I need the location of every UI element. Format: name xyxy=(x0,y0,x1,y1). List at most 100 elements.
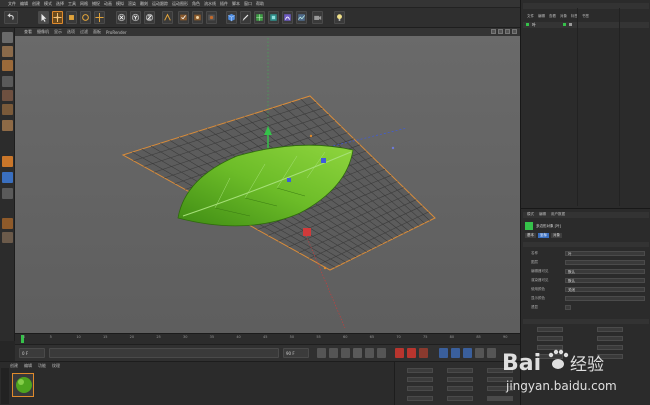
scale-key-icon[interactable] xyxy=(451,348,460,358)
menu-item[interactable]: 用户数据 xyxy=(551,212,565,218)
menu-item[interactable]: 模式 xyxy=(527,212,534,218)
rotation-key-icon[interactable] xyxy=(463,348,472,358)
cube-icon[interactable] xyxy=(226,11,237,24)
solo-icon[interactable] xyxy=(2,188,13,199)
orbit-icon[interactable] xyxy=(505,29,510,34)
viewport-menu-item[interactable]: 显示 xyxy=(54,29,62,35)
render-icon[interactable] xyxy=(192,11,203,24)
position-key-icon[interactable] xyxy=(439,348,448,358)
menu-item[interactable]: 文件 xyxy=(8,1,16,7)
menu-item[interactable]: 脚本 xyxy=(232,1,240,7)
menu-item[interactable]: 对象 xyxy=(560,14,567,19)
menu-item[interactable]: 运动图形 xyxy=(172,1,188,7)
tab-basic[interactable]: 基本 xyxy=(525,233,536,238)
step-back-icon[interactable] xyxy=(329,348,338,358)
texture-mode-icon[interactable] xyxy=(2,60,13,71)
play-backward-icon[interactable] xyxy=(341,348,350,358)
light-icon[interactable] xyxy=(334,11,345,24)
menu-item[interactable]: 网格 xyxy=(80,1,88,7)
render-view-icon[interactable] xyxy=(178,11,189,24)
menu-item[interactable]: 编辑 xyxy=(538,14,545,19)
snap-icon[interactable] xyxy=(2,156,13,167)
visibility-icon[interactable] xyxy=(563,23,566,26)
polygons-mode-icon[interactable] xyxy=(2,104,13,115)
points-mode-icon[interactable] xyxy=(2,76,13,87)
record-icon[interactable] xyxy=(395,348,404,358)
leaf-material-swatch[interactable] xyxy=(12,373,34,397)
material-menu-item[interactable]: 创建 xyxy=(10,363,18,369)
use-color-select[interactable]: 关闭 xyxy=(565,287,645,292)
material-menu-item[interactable]: 功能 xyxy=(38,363,46,369)
display-color-swatch[interactable] xyxy=(565,296,645,301)
z-axis-icon[interactable] xyxy=(144,11,155,24)
render-settings-icon[interactable] xyxy=(206,11,217,24)
material-menu-item[interactable]: 编辑 xyxy=(24,363,32,369)
scale-icon[interactable] xyxy=(66,11,77,24)
x-field[interactable] xyxy=(407,368,433,373)
viewport-menu-item[interactable]: 面板 xyxy=(93,29,101,35)
transform-icon[interactable] xyxy=(94,11,105,24)
go-to-start-icon[interactable] xyxy=(317,348,326,358)
model-mode-icon[interactable] xyxy=(2,46,13,57)
tab-object[interactable]: 对象 xyxy=(551,233,562,238)
camera-icon[interactable] xyxy=(312,11,323,24)
maximize-icon[interactable] xyxy=(512,29,517,34)
menu-item[interactable]: 模拟 xyxy=(116,1,124,7)
menu-item[interactable]: 编辑 xyxy=(20,1,28,7)
menu-item[interactable]: 运动跟踪 xyxy=(152,1,168,7)
menu-item[interactable]: 角色 xyxy=(192,1,200,7)
y-field[interactable] xyxy=(447,368,473,373)
menu-item[interactable]: 动画 xyxy=(104,1,112,7)
pan-icon[interactable] xyxy=(491,29,496,34)
menu-item[interactable]: 捕捉 xyxy=(92,1,100,7)
world-coordinate-icon[interactable] xyxy=(162,11,173,24)
tab-coord[interactable]: 坐标 xyxy=(538,233,549,238)
z-handle-icon[interactable] xyxy=(321,158,326,163)
menu-item[interactable]: 模式 xyxy=(44,1,52,7)
brush-icon[interactable] xyxy=(2,232,13,243)
workplane-icon[interactable] xyxy=(2,172,13,183)
rotate-icon[interactable] xyxy=(80,11,91,24)
render-visible-select[interactable]: 默认 xyxy=(565,278,645,283)
menu-item[interactable]: 帮助 xyxy=(256,1,264,7)
menu-item[interactable]: 窗口 xyxy=(244,1,252,7)
subdivision-icon[interactable] xyxy=(254,11,265,24)
viewport-menu-item[interactable]: 查看 xyxy=(24,29,32,35)
menu-item[interactable]: 流水线 xyxy=(204,1,216,7)
layer-field[interactable] xyxy=(565,260,645,265)
menu-item[interactable]: 插件 xyxy=(220,1,228,7)
edges-mode-icon[interactable] xyxy=(2,90,13,101)
zoom-icon[interactable] xyxy=(498,29,503,34)
menu-item[interactable]: 工具 xyxy=(68,1,76,7)
menu-item[interactable]: 文件 xyxy=(527,14,534,19)
y-axis-icon[interactable] xyxy=(130,11,141,24)
menu-item[interactable]: 创建 xyxy=(32,1,40,7)
autokey-icon[interactable] xyxy=(407,348,416,358)
array-icon[interactable] xyxy=(268,11,279,24)
undo-icon[interactable] xyxy=(4,11,18,24)
menu-item[interactable]: 书签 xyxy=(582,14,589,19)
x-axis-icon[interactable] xyxy=(116,11,127,24)
menu-item[interactable]: 选择 xyxy=(56,1,64,7)
keyframe-selection-icon[interactable] xyxy=(419,348,428,358)
viewport-menu-item[interactable]: 摄像机 xyxy=(37,29,49,35)
pla-key-icon[interactable] xyxy=(487,348,496,358)
viewport-perspective[interactable] xyxy=(15,28,520,333)
object-mode-select[interactable] xyxy=(407,396,433,401)
material-menu-item[interactable]: 纹理 xyxy=(52,363,60,369)
size-x-field[interactable] xyxy=(407,377,433,382)
timeline-ruler[interactable]: 0 5 10 15 20 25 30 35 40 45 50 55 60 65 70 75 80 85 90 xyxy=(15,333,520,344)
menu-item[interactable]: 查看 xyxy=(549,14,556,19)
deformer-icon[interactable] xyxy=(282,11,293,24)
menu-item[interactable]: 雕刻 xyxy=(140,1,148,7)
h-field[interactable] xyxy=(407,386,433,391)
end-frame-field[interactable]: 90 F xyxy=(283,348,309,358)
play-icon[interactable] xyxy=(353,348,362,358)
step-forward-icon[interactable] xyxy=(365,348,374,358)
name-input[interactable]: 叶 xyxy=(565,251,645,256)
p-field[interactable] xyxy=(447,386,473,391)
select-arrow-icon[interactable] xyxy=(38,11,49,24)
move-icon[interactable] xyxy=(52,11,63,24)
scene-icon[interactable] xyxy=(296,11,307,24)
axis-mode-icon[interactable] xyxy=(2,120,13,131)
